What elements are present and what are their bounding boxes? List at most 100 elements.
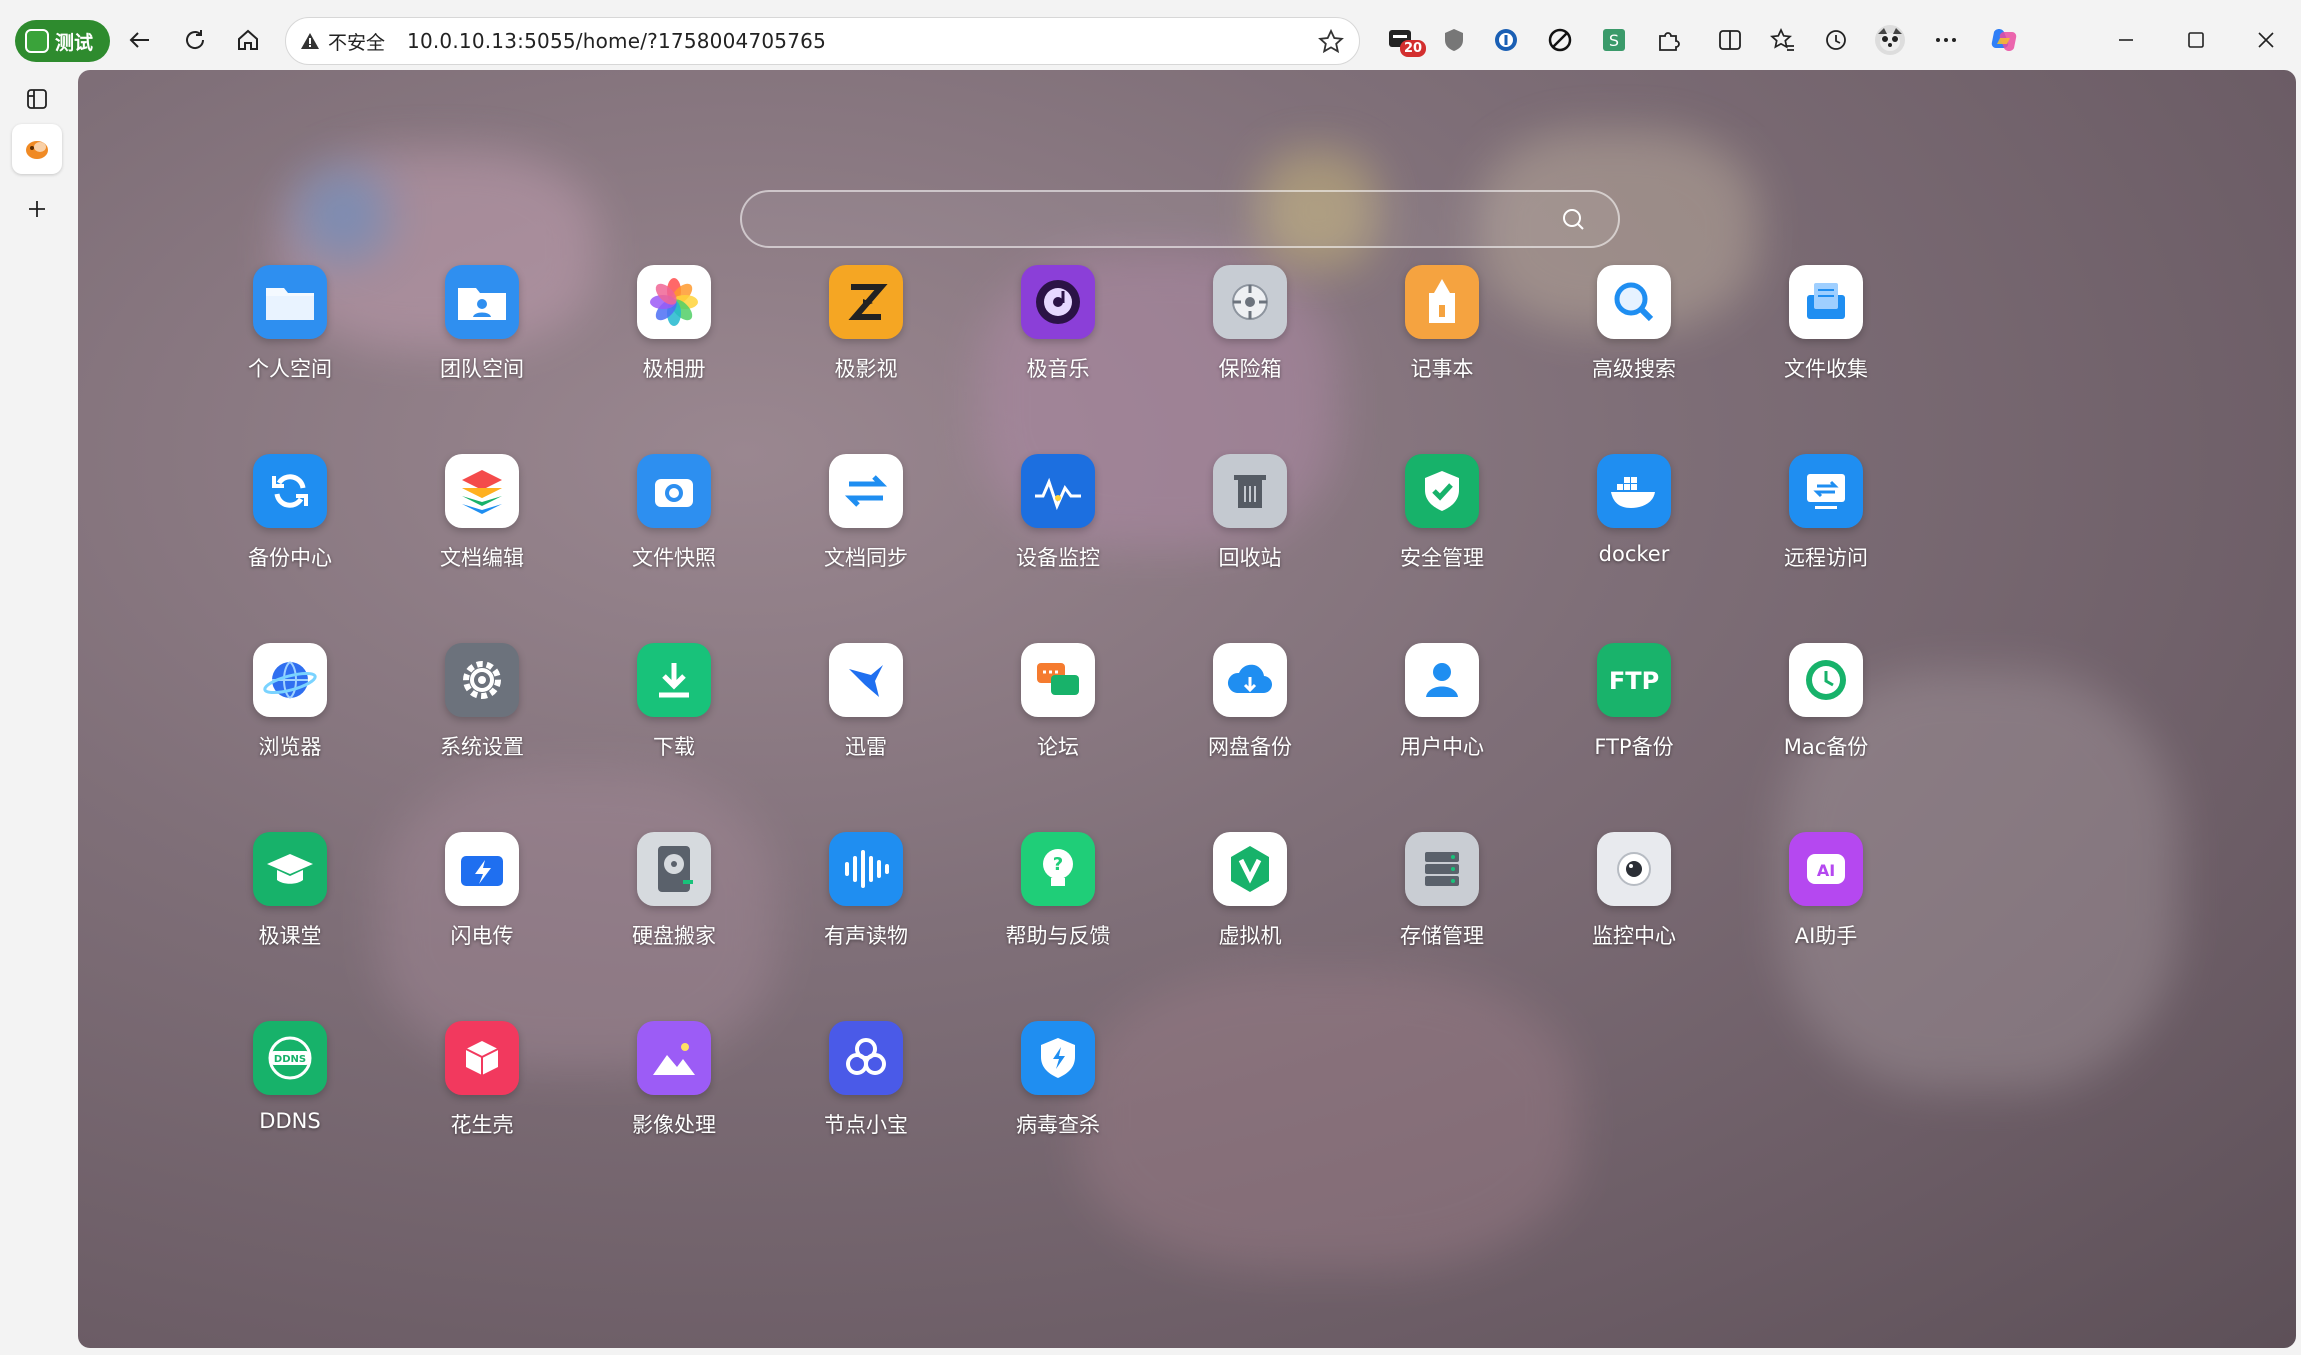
app-launcher-item[interactable]: 病毒查杀 — [973, 1021, 1143, 1171]
app-label: 文档同步 — [824, 546, 908, 570]
search-icon — [1563, 209, 1584, 230]
more-menu-button[interactable] — [1928, 22, 1964, 58]
app-launcher-item[interactable]: 监控中心 — [1549, 832, 1719, 982]
security-indicator[interactable]: 不安全 — [300, 28, 385, 55]
app-label: 回收站 — [1218, 546, 1282, 570]
app-launcher-item[interactable]: Mac备份 — [1741, 643, 1911, 793]
extensions-button[interactable] — [1650, 22, 1686, 58]
shield-extension-button[interactable] — [1436, 22, 1472, 58]
app-launcher-item[interactable]: 保险箱 — [1165, 265, 1335, 415]
history-button[interactable] — [1818, 22, 1854, 58]
app-launcher-item[interactable]: 记事本 — [1357, 265, 1527, 415]
app-launcher-item[interactable]: 论坛 — [973, 643, 1143, 793]
profile-button[interactable]: 测试 — [15, 20, 110, 62]
app-launcher-item[interactable]: 下载 — [589, 643, 759, 793]
favorites-button[interactable] — [1765, 22, 1801, 58]
audio-wave-icon — [829, 832, 903, 906]
app-launcher-item[interactable]: 闪电传 — [397, 832, 567, 982]
app-launcher-item[interactable]: 迅雷 — [781, 643, 951, 793]
app-label: 远程访问 — [1784, 546, 1868, 570]
app-launcher-item[interactable]: 网盘备份 — [1165, 643, 1335, 793]
app-launcher-item[interactable]: 备份中心 — [205, 454, 375, 604]
app-label: 保险箱 — [1218, 357, 1282, 381]
profile-avatar-button[interactable] — [1872, 22, 1908, 58]
profile-icon — [25, 29, 49, 53]
maximize-button[interactable] — [2176, 22, 2216, 58]
app-launcher-item[interactable]: 虚拟机 — [1165, 832, 1335, 982]
site-favicon-icon — [26, 141, 48, 159]
app-launcher-item[interactable]: 文件快照 — [589, 454, 759, 604]
minimize-button[interactable] — [2106, 22, 2146, 58]
app-label: 团队空间 — [440, 357, 524, 381]
profile-label: 测试 — [55, 31, 94, 54]
ai-robot-icon: AI — [1789, 832, 1863, 906]
more-dots-icon — [1936, 38, 1956, 42]
app-label: docker — [1598, 542, 1670, 566]
home-button[interactable] — [228, 20, 268, 60]
app-launcher-item[interactable]: 个人空间 — [205, 265, 375, 415]
app-launcher-item[interactable]: 远程访问 — [1741, 454, 1911, 604]
monitor-wave-icon — [1021, 454, 1095, 528]
app-launcher-item[interactable]: 硬盘搬家 — [589, 832, 759, 982]
back-button[interactable] — [120, 20, 160, 60]
app-launcher-item[interactable]: DDNS DDNS — [205, 1021, 375, 1171]
copilot-button[interactable] — [1986, 22, 2022, 58]
copilot-icon — [1991, 29, 2017, 51]
app-launcher-item[interactable]: 文件收集 — [1741, 265, 1911, 415]
team-folder-icon — [445, 265, 519, 339]
app-label: 迅雷 — [845, 735, 887, 759]
app-launcher-item[interactable]: 有声读物 — [781, 832, 951, 982]
tab-actions-button[interactable] — [12, 74, 62, 124]
block-icon — [1548, 28, 1572, 52]
block-extension-button[interactable] — [1542, 22, 1578, 58]
app-label: 监控中心 — [1592, 924, 1676, 948]
app-launcher-item[interactable]: 回收站 — [1165, 454, 1335, 604]
app-launcher-item[interactable]: 高级搜索 — [1549, 265, 1719, 415]
reload-button[interactable] — [175, 20, 215, 60]
app-launcher-item[interactable]: 花生壳 — [397, 1021, 567, 1171]
app-launcher-item[interactable]: 系统设置 — [397, 643, 567, 793]
app-launcher-item[interactable]: ? 帮助与反馈 — [973, 832, 1143, 982]
history-clock-icon — [1826, 30, 1846, 50]
favorite-star-button[interactable] — [1317, 28, 1345, 60]
app-label: 高级搜索 — [1592, 357, 1676, 381]
app-launcher-item[interactable]: 极课堂 — [205, 832, 375, 982]
app-launcher-item[interactable]: 浏览器 — [205, 643, 375, 793]
magnifier-icon — [1597, 265, 1671, 339]
app-launcher-item[interactable]: 节点小宝 — [781, 1021, 951, 1171]
app-launcher-item[interactable]: 安全管理 — [1357, 454, 1527, 604]
tab-active-site[interactable] — [12, 124, 62, 174]
url-text[interactable]: 10.0.10.13:5055/home/?1758004705765 — [407, 29, 826, 53]
new-tab-button[interactable] — [12, 184, 62, 234]
app-launcher-item[interactable]: 影像处理 — [589, 1021, 759, 1171]
app-launcher-item[interactable]: AI AI助手 — [1741, 832, 1911, 982]
app-launcher-item[interactable]: docker — [1549, 454, 1719, 604]
svg-text:DDNS: DDNS — [274, 1054, 306, 1065]
script-extension-button[interactable]: S — [1596, 22, 1632, 58]
app-launcher-item[interactable]: 极音乐 — [973, 265, 1143, 415]
app-search-bar[interactable] — [740, 190, 1620, 248]
shield-check-icon — [1405, 454, 1479, 528]
split-screen-button[interactable] — [1712, 22, 1748, 58]
app-launcher-item[interactable]: 极相册 — [589, 265, 759, 415]
extension-badge-button[interactable]: 20 — [1382, 22, 1427, 58]
password-extension-button[interactable] — [1488, 22, 1524, 58]
vm-v-icon — [1213, 832, 1287, 906]
address-bar[interactable]: 不安全 10.0.10.13:5055/home/?1758004705765 — [285, 17, 1360, 65]
app-launcher-item[interactable]: 团队空间 — [397, 265, 567, 415]
app-label: 闪电传 — [450, 924, 514, 948]
app-launcher-item[interactable]: 文档同步 — [781, 454, 951, 604]
ddns-globe-icon: DDNS — [253, 1021, 327, 1095]
folder-icon — [253, 265, 327, 339]
close-window-button[interactable] — [2246, 22, 2286, 58]
app-launcher-item[interactable]: 用户中心 — [1357, 643, 1527, 793]
app-launcher-item[interactable]: 极影视 — [781, 265, 951, 415]
app-launcher-item[interactable]: 设备监控 — [973, 454, 1143, 604]
app-launcher-item[interactable]: 文档编辑 — [397, 454, 567, 604]
app-launcher-item[interactable]: 存储管理 — [1357, 832, 1527, 982]
app-launcher-item[interactable]: FTP FTP备份 — [1549, 643, 1719, 793]
app-label: 影像处理 — [632, 1113, 716, 1137]
app-search-input[interactable] — [768, 200, 1532, 240]
app-label: 帮助与反馈 — [1005, 924, 1111, 948]
camera-icon — [637, 454, 711, 528]
